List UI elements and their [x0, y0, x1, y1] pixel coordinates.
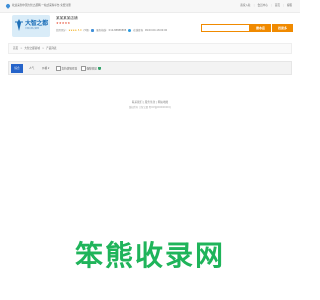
shop-logo[interactable]: 大智之都 中国大智之都网: [12, 15, 50, 37]
logo-subtitle: 中国大智之都网: [25, 28, 40, 30]
top-links: 商家入驻 | 会员中心 | 首页 | 客服: [240, 0, 292, 12]
business-hours: 09:00:00-18:00:00: [144, 28, 168, 32]
search-input[interactable]: [201, 24, 250, 32]
shield-icon: [97, 66, 101, 70]
breadcrumb-shop[interactable]: 大智之都商城: [24, 47, 40, 50]
guarantee-checkbox[interactable]: [81, 66, 86, 71]
shop-stars: ★★★★★: [56, 21, 71, 25]
phone-icon: [91, 28, 95, 32]
search-store-button[interactable]: 搜本店: [250, 24, 271, 32]
credit-label: 信用评分:: [56, 29, 67, 32]
footer-copyright: 版权所有 大智之都 粤ICP备00000000号: [128, 106, 172, 109]
location-pin-icon: [5, 3, 11, 9]
breadcrumb-current: 产品列表: [46, 47, 57, 50]
filter-cod[interactable]: 支持货到付款: [56, 66, 77, 71]
top-link-join[interactable]: 商家入驻: [240, 0, 250, 12]
top-bar: 欢迎来到中国大智之都网,一站式采购平台,免费注册 商家入驻 | 会员中心 | 首…: [0, 0, 300, 13]
sort-filter-bar: 综合 人气 价格 ▾ 支持货到付款 保障交易: [8, 61, 292, 75]
review-count: (5条): [83, 29, 90, 32]
phone-number: 010-88888888: [108, 28, 127, 32]
top-link-home[interactable]: 首页: [275, 0, 280, 12]
footer-links[interactable]: 联系我们 | 服务条款 | 网站地图: [0, 100, 300, 104]
top-link-service[interactable]: 客服: [287, 0, 292, 12]
search-global-button[interactable]: 找更多: [272, 24, 293, 32]
watermark-text: 笨熊收录网: [74, 239, 225, 272]
breadcrumb-home[interactable]: 首页: [13, 47, 18, 50]
logo-figure-icon: [15, 19, 23, 31]
qq-label[interactable]: 在线咨询: [133, 28, 143, 32]
shop-info-line: 信用评分: ★★★★ 5.0 (5条) 服务热线: 010-88888888 在…: [56, 28, 167, 32]
sort-popularity[interactable]: 人气: [29, 66, 34, 70]
qq-icon[interactable]: [128, 28, 132, 32]
welcome-text: 欢迎来到中国大智之都网,一站式采购平台,免费注册: [12, 4, 71, 7]
phone-label: 服务热线:: [96, 29, 107, 32]
sort-default[interactable]: 综合: [11, 64, 23, 73]
logo-text: 大智之都: [25, 21, 48, 27]
top-link-member[interactable]: 会员中心: [258, 0, 268, 12]
sort-price[interactable]: 价格 ▾: [42, 66, 49, 70]
breadcrumb: 首页 > 大智之都商城 > 产品列表: [8, 43, 292, 54]
filter-guarantee[interactable]: 保障交易: [81, 66, 101, 71]
cod-checkbox[interactable]: [56, 66, 61, 71]
rating-stars: ★★★★ 5.0: [68, 28, 82, 32]
